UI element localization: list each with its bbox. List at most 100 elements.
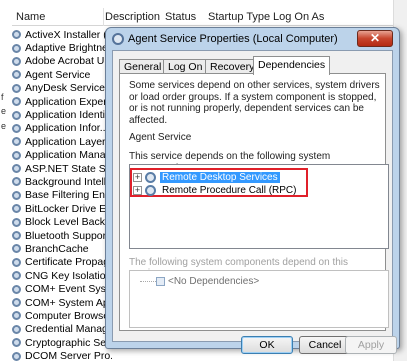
service-gear-icon (12, 43, 21, 53)
service-name: AnyDesk Service (25, 82, 105, 95)
service-gear-icon (12, 123, 21, 133)
service-rows: ActiveX Installer (... Adaptive Brightnes… (12, 28, 112, 363)
tab-dependencies[interactable]: Dependencies (253, 56, 331, 75)
tree-node-label[interactable]: Remote Procedure Call (RPC) (160, 185, 299, 196)
service-row[interactable]: Application Experi... (12, 95, 112, 108)
service-row[interactable]: COM+ Event Syst... (12, 282, 112, 295)
service-gear-icon (12, 110, 21, 120)
service-row[interactable]: Application Mana... (12, 149, 112, 162)
expand-icon[interactable]: + (133, 185, 142, 195)
left-pane-glyph: f (1, 92, 4, 102)
service-gear-icon (12, 70, 21, 80)
column-divider[interactable] (103, 8, 104, 26)
column-header-log-on-as[interactable]: Log On As (273, 11, 324, 23)
service-row[interactable]: Credential Manager (12, 323, 112, 336)
service-row[interactable]: Computer Browser (12, 309, 112, 322)
service-gear-icon (12, 83, 21, 93)
service-name: ASP.NET State Ser... (25, 162, 112, 175)
service-gear-icon (12, 30, 21, 40)
dialog-titlebar[interactable]: Agent Service Properties (Local Computer… (106, 28, 399, 50)
left-pane-strip: f e e (0, 0, 12, 361)
service-name: BranchCache (25, 242, 89, 255)
service-name: BitLocker Drive En... (25, 202, 112, 215)
service-gear-icon (12, 338, 21, 348)
service-row[interactable]: Block Level Backu... (12, 215, 112, 228)
service-name: COM+ Event Syst... (25, 283, 112, 296)
service-row[interactable]: Base Filtering Engi... (12, 189, 112, 202)
service-gear-icon (12, 150, 21, 160)
service-row[interactable]: BitLocker Drive En... (12, 202, 112, 215)
service-row[interactable]: Background Intelli... (12, 175, 112, 188)
ok-button[interactable]: OK (241, 336, 293, 354)
service-name: Base Filtering Engi... (25, 189, 112, 202)
apply-button[interactable]: Apply (345, 336, 397, 354)
service-row[interactable]: Certificate Propag... (12, 256, 112, 269)
column-header-startup-type[interactable]: Startup Type (208, 11, 270, 23)
service-name-label: Agent Service (129, 132, 192, 143)
service-gear-icon (12, 257, 21, 267)
service-row[interactable]: Agent Service (12, 68, 112, 81)
cancel-button[interactable]: Cancel (299, 336, 351, 354)
service-gear-icon (12, 217, 21, 227)
service-gear-icon (12, 324, 21, 334)
tab-recovery[interactable]: Recovery (205, 59, 260, 74)
tab-general[interactable]: General (119, 59, 167, 74)
service-name: ActiveX Installer (... (25, 28, 112, 41)
dependents-tree[interactable]: <No Dependencies> (129, 270, 389, 328)
service-gear-icon (12, 204, 21, 214)
column-header-name[interactable]: Name (16, 11, 45, 23)
service-name: Application Mana... (25, 149, 112, 162)
depends-on-tree[interactable]: + Remote Desktop Services + Remote Proce… (129, 164, 389, 249)
service-row[interactable]: CNG Key Isolation (12, 269, 112, 282)
service-gear-icon (12, 137, 21, 147)
service-row[interactable]: Adaptive Brightness (12, 41, 112, 54)
service-row[interactable]: ActiveX Installer (... (12, 28, 112, 41)
service-row[interactable]: ASP.NET State Ser... (12, 162, 112, 175)
service-name: Adobe Acrobat U... (25, 55, 112, 68)
service-name: Application Identity (25, 109, 112, 122)
service-row[interactable]: COM+ System Ap... (12, 296, 112, 309)
service-name: Background Intelli... (25, 175, 112, 188)
service-row[interactable]: Application Layer ... (12, 135, 112, 148)
column-header-description[interactable]: Description (105, 11, 160, 23)
service-gear-icon (12, 298, 21, 307)
close-button[interactable]: ✕ (357, 30, 393, 47)
service-row[interactable]: Application Infor... (12, 122, 112, 135)
service-gear-icon (12, 190, 21, 200)
service-name: Adaptive Brightness (25, 42, 112, 55)
no-dependencies-text: <No Dependencies> (168, 275, 260, 287)
column-header-status[interactable]: Status (165, 11, 196, 23)
service-row[interactable]: Bluetooth Support... (12, 229, 112, 242)
expand-icon[interactable]: + (133, 172, 142, 182)
service-gear-icon (145, 184, 156, 196)
service-name: Application Infor... (25, 122, 109, 135)
dependencies-panel: Some services depend on other services, … (119, 73, 389, 331)
service-gear-icon (12, 311, 21, 321)
dialog-title: Agent Service Properties (Local Computer… (128, 33, 338, 45)
service-name: Block Level Backu... (25, 216, 112, 229)
service-name: DCOM Server Pro... (25, 350, 112, 363)
tree-node-remote-desktop[interactable]: + Remote Desktop Services (133, 171, 280, 183)
service-gear-icon (12, 244, 21, 254)
tree-node-rpc[interactable]: + Remote Procedure Call (RPC) (133, 184, 299, 196)
service-gear-icon (12, 177, 21, 187)
properties-dialog: Agent Service Properties (Local Computer… (105, 27, 400, 354)
service-gear-icon (145, 171, 156, 183)
service-gear-icon (12, 97, 21, 107)
tree-node-no-dependencies: <No Dependencies> (156, 275, 259, 287)
service-name: Cryptographic Ser... (25, 336, 112, 349)
service-gear-icon (12, 351, 21, 361)
service-row[interactable]: Adobe Acrobat U... (12, 55, 112, 68)
service-name: COM+ System Ap... (25, 296, 112, 309)
service-name: Application Layer ... (25, 135, 112, 148)
service-row[interactable]: Cryptographic Ser... (12, 336, 112, 349)
tree-node-label[interactable]: Remote Desktop Services (160, 171, 280, 183)
service-row[interactable]: BranchCache (12, 242, 112, 255)
tab-log-on[interactable]: Log On (163, 59, 208, 74)
tree-connector-line (140, 281, 156, 282)
service-name: Computer Browser (25, 309, 112, 322)
service-row[interactable]: Application Identity (12, 108, 112, 121)
service-row[interactable]: AnyDesk Service (12, 82, 112, 95)
service-gear-icon (12, 164, 21, 174)
column-header-row: Name Description Status Startup Type Log… (12, 8, 407, 26)
